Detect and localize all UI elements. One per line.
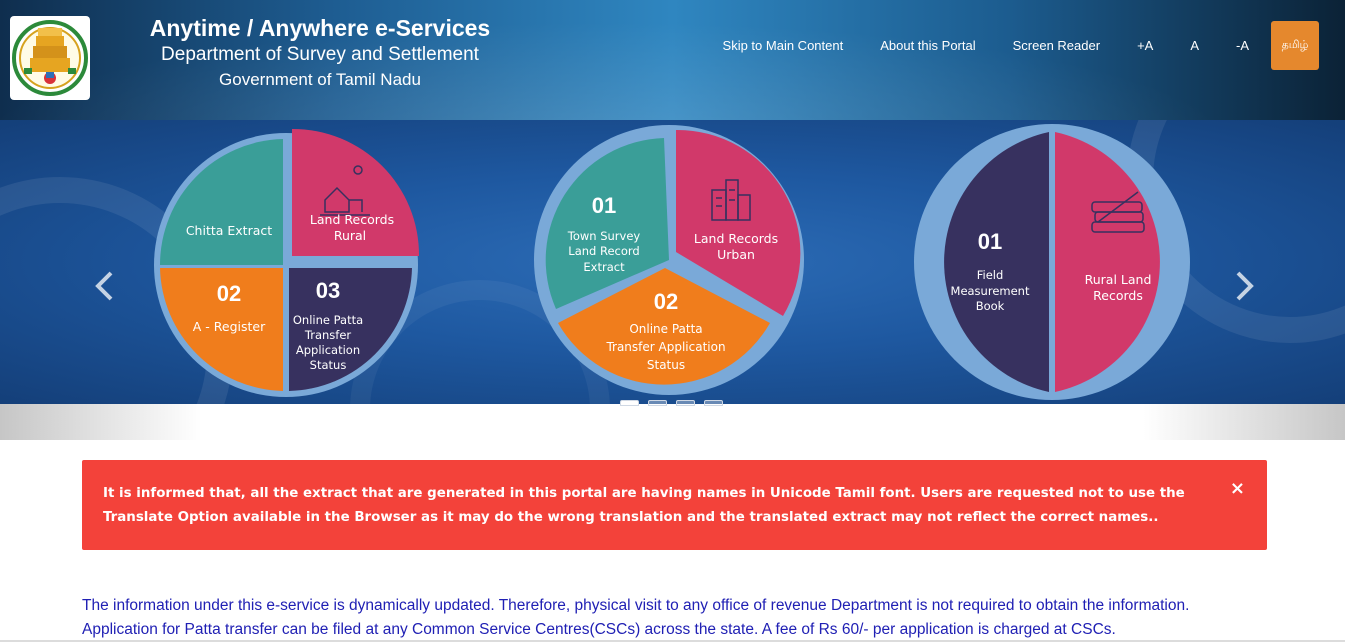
services-carousel: Chitta Extract Land Records Rural 02 A -… xyxy=(0,120,1345,404)
info-line-2: Application for Patta transfer can be fi… xyxy=(82,621,1116,638)
tamil-language-button[interactable]: தமிழ் xyxy=(1271,21,1319,70)
service-circle-1: Chitta Extract Land Records Rural 02 A -… xyxy=(154,128,420,397)
banner-shadow-strip xyxy=(0,404,1345,440)
skip-to-main-link[interactable]: Skip to Main Content xyxy=(723,38,844,53)
screen-reader-link[interactable]: Screen Reader xyxy=(1013,38,1100,53)
carousel-indicator-1[interactable] xyxy=(620,400,639,406)
font-increase-button[interactable]: +A xyxy=(1137,38,1153,53)
site-title: Anytime / Anywhere e-Services xyxy=(149,15,491,41)
chevron-right-icon xyxy=(1236,271,1254,301)
town-survey-label-3: Extract xyxy=(583,260,625,274)
land-records-urban-label-2: Urban xyxy=(717,247,755,262)
rural-land-records-label-1: Rural Land xyxy=(1085,272,1152,287)
carousel-indicator-3[interactable] xyxy=(676,400,695,406)
government-name: Government of Tamil Nadu xyxy=(219,70,421,89)
patta-application-label-1: Online Patta xyxy=(629,322,702,336)
land-records-rural-label: Land Records xyxy=(310,212,394,227)
department-name: Department of Survey and Settlement xyxy=(161,44,479,65)
top-navigation: Skip to Main Content About this Portal S… xyxy=(723,21,1319,70)
fmb-label-2: Measurement xyxy=(951,284,1030,298)
patta-status-label-3: Application xyxy=(296,343,360,357)
service-circle-2: 01 Town Survey Land Record Extract Land … xyxy=(534,125,804,395)
service-circle-3: 01 Field Measurement Book Rural Land Rec… xyxy=(914,124,1190,400)
carousel-indicator-2[interactable] xyxy=(648,400,667,406)
carousel-slide-graphic: Chitta Extract Land Records Rural 02 A -… xyxy=(0,120,1345,404)
tamil-nadu-emblem-icon[interactable] xyxy=(10,16,90,100)
close-icon[interactable]: × xyxy=(1230,478,1245,499)
patta-status-number: 03 xyxy=(316,278,340,303)
patta-status-label-2: Transfer xyxy=(304,328,352,342)
carousel-prev-button[interactable] xyxy=(92,270,116,307)
carousel-indicator-4[interactable] xyxy=(704,400,723,406)
font-decrease-button[interactable]: -A xyxy=(1236,38,1249,53)
patta-application-label-3: Status xyxy=(647,358,685,372)
site-header: Anytime / Anywhere e-Services Department… xyxy=(0,0,1345,120)
land-records-urban-label: Land Records xyxy=(694,231,778,246)
land-records-rural-label-2: Rural xyxy=(334,228,366,243)
patta-application-label-2: Transfer Application xyxy=(605,340,725,354)
patta-status-label-4: Status xyxy=(310,358,347,372)
site-title-block: Anytime / Anywhere e-Services Department… xyxy=(120,14,520,92)
fmb-number: 01 xyxy=(978,229,1002,254)
chitta-extract-tile[interactable] xyxy=(160,139,283,265)
patta-status-label-1: Online Patta xyxy=(293,313,363,327)
fmb-label-1: Field xyxy=(977,268,1004,282)
fmb-label-3: Book xyxy=(976,299,1005,313)
patta-application-number: 02 xyxy=(654,289,678,314)
a-register-label: A - Register xyxy=(193,319,266,334)
unicode-font-alert: It is informed that, all the extract tha… xyxy=(82,460,1267,550)
carousel-indicators xyxy=(620,400,732,406)
service-info: The information under this e-service is … xyxy=(82,594,1282,642)
about-portal-link[interactable]: About this Portal xyxy=(880,38,975,53)
chitta-extract-label: Chitta Extract xyxy=(186,223,272,238)
a-register-number: 02 xyxy=(217,281,241,306)
carousel-next-button[interactable] xyxy=(1233,270,1257,307)
alert-message: It is informed that, all the extract tha… xyxy=(103,486,1185,525)
town-survey-label-2: Land Record xyxy=(568,244,639,258)
rural-land-records-label-2: Records xyxy=(1093,288,1143,303)
town-survey-number: 01 xyxy=(592,193,616,218)
town-survey-label-1: Town Survey xyxy=(567,229,641,243)
info-line-1: The information under this e-service is … xyxy=(82,597,1190,614)
chevron-left-icon xyxy=(95,271,113,301)
font-normal-button[interactable]: A xyxy=(1190,38,1199,53)
